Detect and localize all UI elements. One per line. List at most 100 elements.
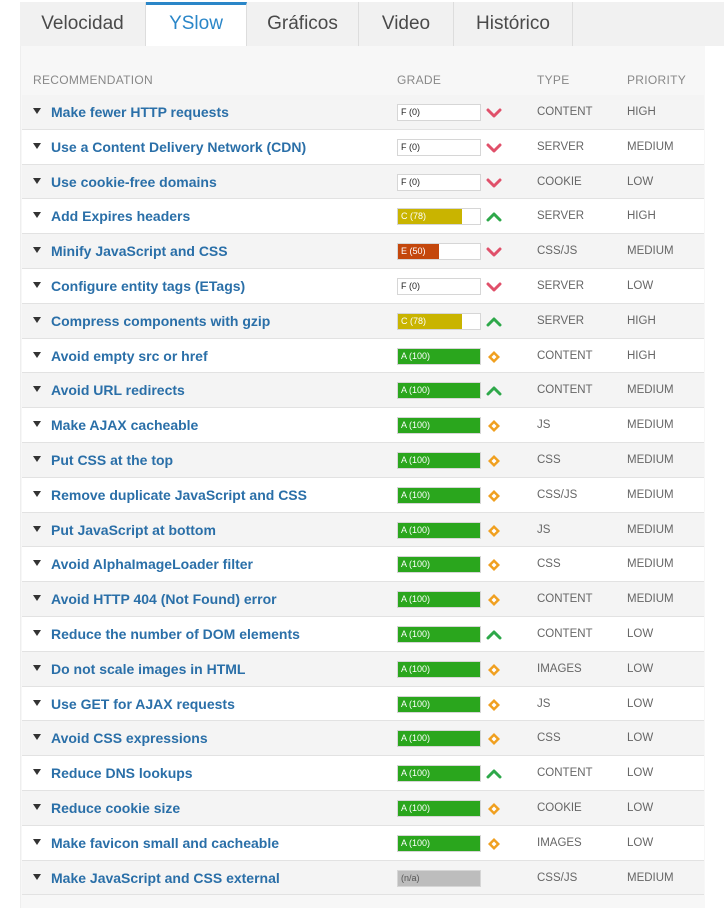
tab-graficos[interactable]: Gráficos bbox=[247, 2, 359, 46]
priority-label: MEDIUM bbox=[627, 453, 674, 466]
header-priority[interactable]: PRIORITY bbox=[627, 73, 686, 87]
recommendation-link[interactable]: Compress components with gzip bbox=[51, 313, 270, 329]
grade-bar: A (100) bbox=[397, 765, 481, 783]
table-row[interactable]: Make fewer HTTP requests F (0) CONTENT HIGH bbox=[22, 95, 704, 130]
table-row[interactable]: Minify JavaScript and CSS E (50) CSS/JS MED… bbox=[22, 234, 704, 269]
table-row[interactable]: Reduce DNS lookups A (100) CONTENT LOW bbox=[22, 756, 704, 791]
trend-same-icon bbox=[486, 662, 502, 678]
grade-label: F (0) bbox=[401, 141, 420, 152]
trend-up-icon bbox=[486, 766, 502, 782]
grade-label: A (100) bbox=[401, 489, 431, 500]
recommendation-link[interactable]: Avoid URL redirects bbox=[51, 382, 185, 398]
header-recommendation[interactable]: RECOMMENDATION bbox=[33, 73, 153, 87]
type-label: SERVER bbox=[537, 314, 585, 327]
grade-bar: A (100) bbox=[397, 695, 481, 713]
table-row[interactable]: Avoid AlphaImageLoader filter A (100) CSS M… bbox=[22, 547, 704, 583]
table-row[interactable]: Make favicon small and cacheable A (100) I… bbox=[22, 825, 704, 861]
expand-arrow-icon[interactable] bbox=[33, 316, 41, 323]
header-grade[interactable]: GRADE bbox=[397, 73, 441, 87]
expand-arrow-icon[interactable] bbox=[33, 490, 41, 497]
table-row[interactable]: Avoid empty src or href A (100) CONTENT HIG… bbox=[22, 338, 704, 374]
expand-arrow-icon[interactable] bbox=[33, 212, 41, 219]
table-row[interactable]: Make AJAX cacheable A (100) JS MEDIUM bbox=[22, 408, 704, 443]
recommendation-link[interactable]: Use GET for AJAX requests bbox=[51, 696, 235, 712]
type-label: CSS/JS bbox=[537, 871, 578, 884]
expand-arrow-icon[interactable] bbox=[33, 525, 41, 532]
expand-arrow-icon[interactable] bbox=[33, 664, 41, 671]
table-row[interactable]: Add Expires headers C (78) SERVER HIGH bbox=[22, 199, 704, 235]
expand-arrow-icon[interactable] bbox=[33, 629, 41, 636]
grade-bar: E (50) bbox=[397, 243, 481, 261]
trend-down-icon bbox=[486, 105, 502, 121]
table-row[interactable]: Use GET for AJAX requests A (100) JS LOW bbox=[22, 686, 704, 722]
trend-same-icon bbox=[486, 836, 502, 852]
recommendation-link[interactable]: Avoid CSS expressions bbox=[51, 730, 208, 746]
expand-arrow-icon[interactable] bbox=[33, 455, 41, 462]
table-row[interactable]: Avoid URL redirects A (100) CONTENT MEDIUM bbox=[22, 373, 704, 409]
table-row[interactable]: Avoid CSS expressions A (100) CSS LOW bbox=[22, 721, 704, 757]
table-row[interactable]: Compress components with gzip C (78) SERVE… bbox=[22, 303, 704, 339]
table-row[interactable]: Avoid HTTP 404 (Not Found) error A (100) C… bbox=[22, 582, 704, 617]
recommendation-link[interactable]: Add Expires headers bbox=[51, 208, 190, 224]
recommendation-link[interactable]: Make JavaScript and CSS external bbox=[51, 870, 280, 886]
recommendation-link[interactable]: Do not scale images in HTML bbox=[51, 661, 245, 677]
recommendation-link[interactable]: Reduce the number of DOM elements bbox=[51, 626, 300, 642]
trend-down-icon bbox=[486, 140, 502, 156]
recommendation-link[interactable]: Avoid empty src or href bbox=[51, 348, 208, 364]
grade-bar: A (100) bbox=[397, 486, 481, 504]
expand-arrow-icon[interactable] bbox=[33, 873, 41, 880]
tab-historico[interactable]: Histórico bbox=[454, 2, 573, 46]
table-row[interactable]: Use cookie-free domains F (0) COOKIE LOW bbox=[22, 164, 704, 200]
recommendation-link[interactable]: Make AJAX cacheable bbox=[51, 417, 198, 433]
recommendation-link[interactable]: Put JavaScript at bottom bbox=[51, 522, 216, 538]
recommendation-link[interactable]: Make favicon small and cacheable bbox=[51, 835, 279, 851]
grade-bar: A (100) bbox=[397, 799, 481, 817]
expand-arrow-icon[interactable] bbox=[33, 386, 41, 393]
expand-arrow-icon[interactable] bbox=[33, 769, 41, 776]
expand-arrow-icon[interactable] bbox=[33, 351, 41, 358]
table-row[interactable]: Put JavaScript at bottom A (100) JS MEDIUM bbox=[22, 512, 704, 548]
table-row[interactable]: Remove duplicate JavaScript and CSS A (10… bbox=[22, 477, 704, 513]
table-row[interactable]: Put CSS at the top A (100) CSS MEDIUM bbox=[22, 442, 704, 478]
table-row[interactable]: Configure entity tags (ETags) F (0) SERVER… bbox=[22, 268, 704, 304]
trend-up-icon bbox=[486, 209, 502, 225]
priority-label: LOW bbox=[627, 801, 654, 814]
recommendation-link[interactable]: Configure entity tags (ETags) bbox=[51, 278, 245, 294]
expand-arrow-icon[interactable] bbox=[33, 247, 41, 254]
recommendation-link[interactable]: Remove duplicate JavaScript and CSS bbox=[51, 487, 307, 503]
expand-arrow-icon[interactable] bbox=[33, 281, 41, 288]
recommendation-link[interactable]: Use a Content Delivery Network (CDN) bbox=[51, 139, 306, 155]
expand-arrow-icon[interactable] bbox=[33, 560, 41, 567]
expand-arrow-icon[interactable] bbox=[33, 142, 41, 149]
trend-down-icon bbox=[486, 279, 502, 295]
expand-arrow-icon[interactable] bbox=[33, 803, 41, 810]
recommendation-link[interactable]: Put CSS at the top bbox=[51, 452, 173, 468]
tab-yslow[interactable]: YSlow bbox=[146, 2, 247, 46]
expand-arrow-icon[interactable] bbox=[33, 734, 41, 741]
expand-arrow-icon[interactable] bbox=[33, 421, 41, 428]
grade-bar: (n/a) bbox=[397, 869, 481, 887]
tab-video[interactable]: Video bbox=[359, 2, 454, 46]
table-row[interactable]: Reduce cookie size A (100) COOKIE LOW bbox=[22, 790, 704, 826]
expand-arrow-icon[interactable] bbox=[33, 699, 41, 706]
table-row[interactable]: Do not scale images in HTML A (100) IMAGES… bbox=[22, 651, 704, 687]
table-row[interactable]: Use a Content Delivery Network (CDN) F (0… bbox=[22, 129, 704, 165]
recommendation-link[interactable]: Avoid AlphaImageLoader filter bbox=[51, 556, 253, 572]
recommendation-link[interactable]: Make fewer HTTP requests bbox=[51, 104, 229, 120]
tab-velocidad[interactable]: Velocidad bbox=[20, 2, 146, 46]
table-row[interactable]: Reduce the number of DOM elements A (100)… bbox=[22, 616, 704, 652]
priority-label: LOW bbox=[627, 697, 654, 710]
recommendation-link[interactable]: Minify JavaScript and CSS bbox=[51, 243, 228, 259]
recommendation-link[interactable]: Reduce DNS lookups bbox=[51, 765, 193, 781]
recommendation-link[interactable]: Use cookie-free domains bbox=[51, 174, 217, 190]
recommendation-link[interactable]: Reduce cookie size bbox=[51, 800, 180, 816]
header-type[interactable]: TYPE bbox=[537, 73, 570, 87]
recommendation-link[interactable]: Avoid HTTP 404 (Not Found) error bbox=[51, 591, 277, 607]
grade-bar: C (78) bbox=[397, 312, 481, 330]
expand-arrow-icon[interactable] bbox=[33, 838, 41, 845]
trend-down-icon bbox=[486, 175, 502, 191]
expand-arrow-icon[interactable] bbox=[33, 177, 41, 184]
table-row[interactable]: Make JavaScript and CSS external (n/a) CSS… bbox=[22, 860, 704, 896]
expand-arrow-icon[interactable] bbox=[33, 595, 41, 602]
expand-arrow-icon[interactable] bbox=[33, 108, 41, 114]
